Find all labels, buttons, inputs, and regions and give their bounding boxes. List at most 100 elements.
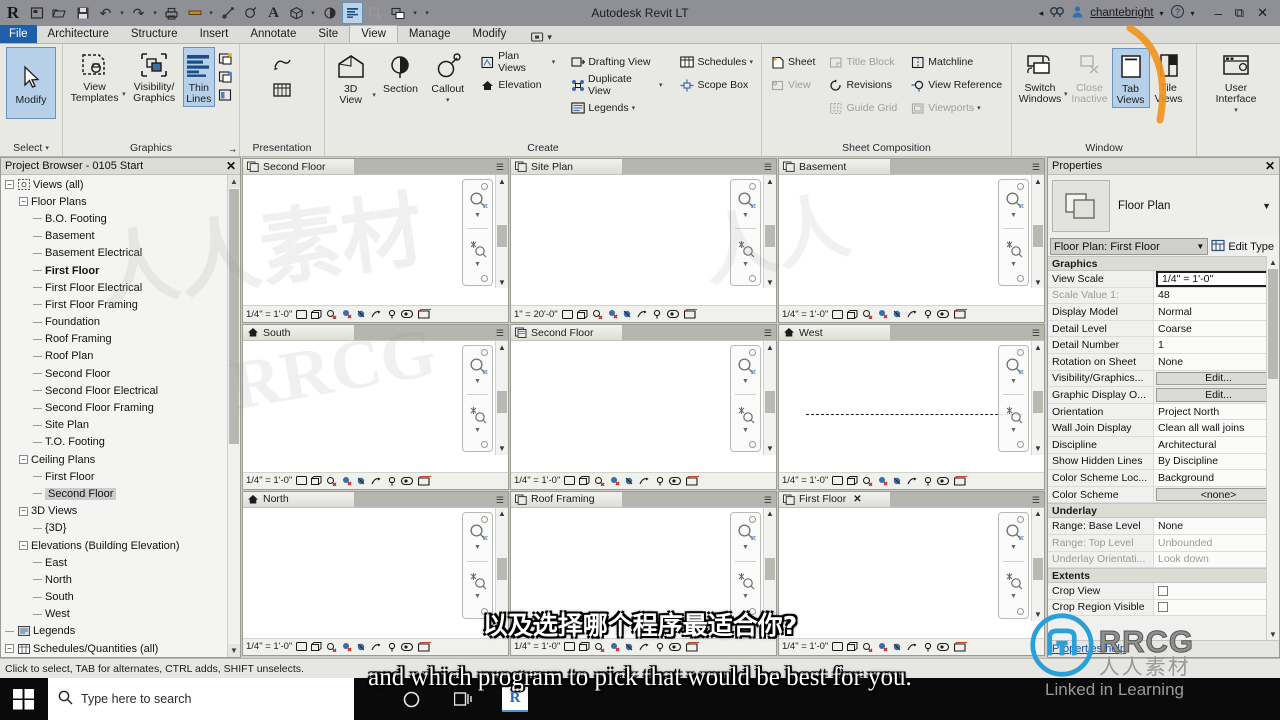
- temporary-hide-isolate-icon[interactable]: [401, 641, 414, 652]
- pan-tools-icon[interactable]: ▼: [999, 562, 1028, 610]
- tree-node[interactable]: − O Views (all): [1, 176, 240, 193]
- project-browser-tree[interactable]: ▲ ▼ − O Views (all) − Floor Plans B.O. Footin…: [1, 175, 240, 657]
- scroll-up-icon[interactable]: ▲: [764, 175, 776, 187]
- shadows-icon[interactable]: [877, 641, 888, 652]
- scroll-down-icon[interactable]: ▼: [764, 443, 776, 455]
- rendering-dialog-icon[interactable]: [892, 475, 903, 486]
- view-canvas[interactable]: 2D ▼ ▼ ▲ ▼: [511, 341, 776, 472]
- detail-level-icon[interactable]: [296, 475, 308, 486]
- callout-dropdown-icon[interactable]: ▾: [446, 95, 450, 106]
- tree-node[interactable]: {3D}: [1, 520, 240, 537]
- view-button[interactable]: View: [767, 74, 818, 96]
- detail-level-icon[interactable]: [296, 309, 308, 320]
- render-icon[interactable]: [271, 54, 293, 74]
- viewports-button[interactable]: Viewports ▾: [907, 97, 1005, 119]
- rendering-dialog-icon[interactable]: [356, 641, 367, 652]
- revisions-button[interactable]: Revisions: [825, 74, 900, 96]
- view-window[interactable]: Site Plan ☰ 2D ▼ ▼: [510, 158, 777, 324]
- shadows-icon[interactable]: [341, 475, 352, 486]
- view-window-menu-icon[interactable]: ☰: [496, 495, 504, 506]
- detail-level-icon[interactable]: [832, 475, 844, 486]
- crop-view-icon[interactable]: [639, 475, 650, 486]
- scroll-down-icon[interactable]: ▼: [1267, 628, 1279, 640]
- contextual-tab-dropdown[interactable]: ▾: [531, 32, 552, 43]
- sheet-button[interactable]: Sheet: [767, 51, 818, 73]
- tab-modify[interactable]: Modify: [461, 25, 517, 43]
- temporary-hide-isolate-icon[interactable]: [937, 309, 950, 320]
- rendering-dialog-icon[interactable]: [892, 641, 903, 652]
- shadows-icon[interactable]: [609, 475, 620, 486]
- tree-node[interactable]: West: [1, 606, 240, 623]
- view-canvas[interactable]: 2D ▼ ▼ ▲ ▼: [243, 507, 508, 638]
- view-canvas[interactable]: 2D ▼ ▼ ▲ ▼: [511, 175, 776, 306]
- open-icon[interactable]: [49, 2, 70, 24]
- pan-tools-icon[interactable]: ▼: [731, 562, 760, 610]
- scroll-up-icon[interactable]: ▲: [496, 508, 508, 520]
- tree-node[interactable]: Roof Plan: [1, 348, 240, 365]
- crop-view-icon[interactable]: [907, 641, 918, 652]
- tree-node[interactable]: Legends: [1, 623, 240, 640]
- task-view-icon[interactable]: [450, 684, 476, 714]
- scroll-down-icon[interactable]: ▼: [764, 609, 776, 621]
- tab-view[interactable]: View: [349, 25, 398, 43]
- scroll-down-icon[interactable]: ▼: [764, 276, 776, 288]
- view-canvas[interactable]: 2D ▼ ▼ ▲ ▼: [779, 175, 1044, 306]
- tree-node[interactable]: − Floor Plans: [1, 193, 240, 210]
- new-icon[interactable]: [26, 2, 47, 24]
- view-canvas[interactable]: 2D ▼ ▼ ▲ ▼: [779, 341, 1044, 472]
- view-window-title-bar[interactable]: North ☰: [243, 491, 508, 508]
- rendering-dialog-icon[interactable]: [356, 475, 367, 486]
- reveal-hidden-elements-icon[interactable]: [418, 309, 432, 320]
- text-icon[interactable]: A: [263, 2, 284, 24]
- property-value[interactable]: Normal: [1154, 304, 1279, 320]
- tag-icon[interactable]: [240, 2, 261, 24]
- undo-icon[interactable]: ↶: [95, 2, 116, 24]
- legends-dropdown-icon[interactable]: ▾: [632, 104, 636, 112]
- property-value[interactable]: Architectural: [1154, 436, 1279, 453]
- tree-node[interactable]: First Floor: [1, 468, 240, 485]
- reveal-hidden-elements-icon[interactable]: [418, 475, 432, 486]
- windows-start-icon[interactable]: [0, 678, 48, 720]
- view-vertical-scrollbar[interactable]: ▲ ▼: [763, 507, 776, 621]
- sun-path-icon[interactable]: [862, 309, 873, 320]
- tab-structure[interactable]: Structure: [120, 25, 189, 43]
- visual-style-icon[interactable]: [579, 475, 590, 486]
- navigation-bar[interactable]: 2D ▼ ▼: [462, 345, 493, 453]
- crop-view-icon[interactable]: [907, 475, 918, 486]
- viewports-dropdown-icon[interactable]: ▾: [977, 104, 981, 112]
- view-window-title-bar[interactable]: Second Floor ☰: [511, 325, 776, 342]
- measure-icon[interactable]: [184, 2, 205, 24]
- detail-level-icon[interactable]: [832, 309, 844, 320]
- visual-style-icon[interactable]: [847, 475, 858, 486]
- close-icon[interactable]: ✕: [1265, 159, 1275, 173]
- tree-node[interactable]: T.O. Footing: [1, 434, 240, 451]
- close-icon[interactable]: ✕: [226, 159, 236, 173]
- view-window[interactable]: South ☰ 2D ▼ ▼: [242, 324, 509, 490]
- crop-view-icon[interactable]: [371, 309, 382, 320]
- duplicate-view-dropdown-icon[interactable]: ▾: [659, 81, 663, 89]
- view-window-menu-icon[interactable]: ☰: [1032, 495, 1040, 506]
- temporary-hide-isolate-icon[interactable]: [669, 641, 682, 652]
- visibility-graphics-button[interactable]: Visibility/ Graphics: [127, 47, 182, 105]
- tab-manage[interactable]: Manage: [398, 25, 462, 43]
- tile-views-button[interactable]: Tile Views: [1151, 48, 1187, 106]
- view-canvas[interactable]: 2D ▼ ▼ ▲ ▼: [243, 175, 508, 306]
- show-crop-icon[interactable]: [654, 475, 665, 486]
- view-scale-label[interactable]: 1/4" = 1'-0": [514, 641, 560, 652]
- tree-node[interactable]: South: [1, 589, 240, 606]
- property-value[interactable]: 1: [1154, 337, 1279, 353]
- close-icon[interactable]: ✕: [853, 494, 861, 505]
- view-window-menu-icon[interactable]: ☰: [1032, 162, 1040, 173]
- sun-path-icon[interactable]: [592, 309, 603, 320]
- show-crop-icon[interactable]: [652, 309, 663, 320]
- tree-node[interactable]: Second Floor Framing: [1, 399, 240, 416]
- view-window[interactable]: Second Floor ☰ 2D ▼ ▼: [242, 158, 509, 324]
- scroll-down-icon[interactable]: ▼: [496, 609, 508, 621]
- shadows-icon[interactable]: [609, 641, 620, 652]
- view-window-menu-icon[interactable]: ☰: [496, 162, 504, 173]
- sun-path-icon[interactable]: [862, 475, 873, 486]
- scroll-up-icon[interactable]: ▲: [1267, 256, 1279, 268]
- visual-style-icon[interactable]: [311, 309, 322, 320]
- default-3d-view-icon[interactable]: [286, 2, 307, 24]
- sun-path-icon[interactable]: [326, 475, 337, 486]
